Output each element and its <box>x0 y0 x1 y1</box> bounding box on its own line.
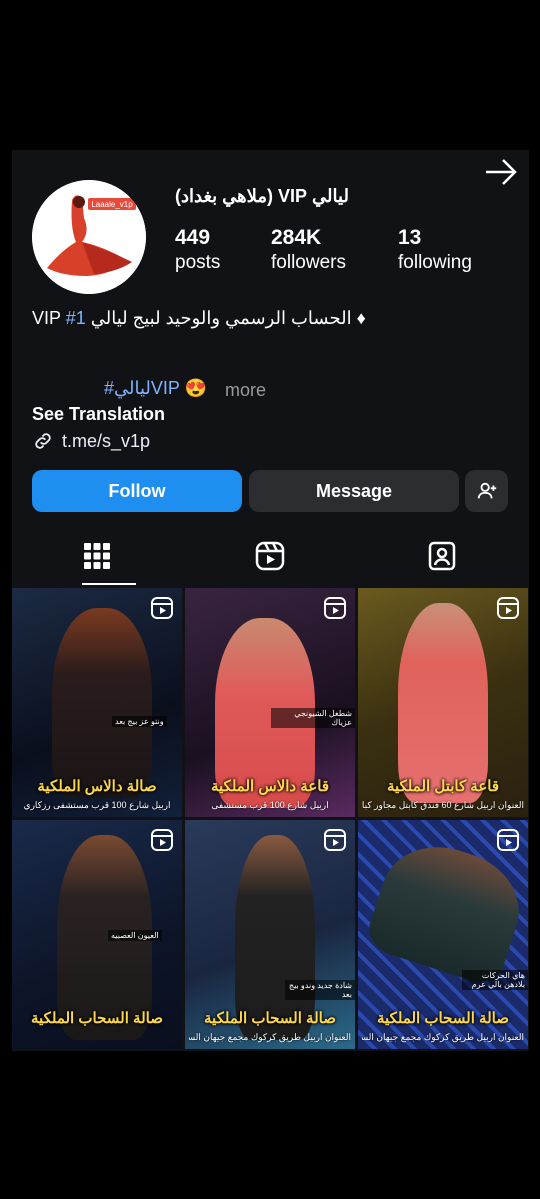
post-image-figure <box>52 608 152 798</box>
reel-icon <box>324 829 346 851</box>
post-note: هاي الحركات بلادهن بالي عرم <box>462 970 528 990</box>
post-subcaption: العنوان اربيل طريق كركوك مجمع جيهان السي… <box>189 1032 351 1042</box>
followers-label: followers <box>271 252 346 273</box>
post-image-figure <box>398 603 488 803</box>
add-person-icon <box>477 482 496 499</box>
reels-icon[interactable] <box>254 540 286 572</box>
followers-count[interactable]: 284K followers <box>271 226 346 274</box>
post-subcaption: اربيل شارع 100 قرب مستشفى <box>211 800 329 810</box>
reel-icon <box>497 829 519 851</box>
bio-hashtag-vip[interactable]: #ليالي‎VIP 😍 <box>104 378 207 398</box>
post-note: شادة جديد وندو بيج بعد <box>285 980 355 1000</box>
post-caption: قاعة كابتل الملكية <box>386 778 500 795</box>
post-subcaption: اربيل شارع 100 قرب مستشفى رزكاري <box>23 800 171 810</box>
post-subcaption: العنوان اربيل شارع 60 فندق كابتل مجاور ك… <box>362 800 524 810</box>
posts-label: posts <box>175 252 221 273</box>
grid-icon[interactable] <box>81 540 113 572</box>
posts-grid: ونتو عز بيج بعد صالة دالاس الملكية اربيل… <box>12 588 529 1050</box>
post-caption: صالة السحاب الملكية <box>377 1010 509 1027</box>
following-count[interactable]: 13 following <box>398 226 472 274</box>
arrow-right-icon[interactable] <box>484 157 518 187</box>
suggest-user-button[interactable] <box>465 470 508 512</box>
post-thumbnail[interactable]: العيون العصبيه صالة السحاب الملكية <box>12 820 182 1049</box>
profile-tabs <box>12 528 529 586</box>
post-caption: قاعة دالاس الملكية <box>210 778 329 795</box>
message-button[interactable]: Message <box>249 470 459 512</box>
profile-name: ليالي VIP (ملاهي بغداد) <box>175 186 349 206</box>
bio-line-2: #ليالي‎VIP 😍 <box>104 378 207 399</box>
posts-count[interactable]: 449 posts <box>175 226 220 274</box>
reel-icon <box>497 597 519 619</box>
post-note: شطغل الشيونجي عزياك <box>271 708 355 728</box>
followers-value: 284K <box>271 226 322 249</box>
post-thumbnail[interactable]: قاعة كابتل الملكية العنوان اربيل شارع 60… <box>358 588 528 817</box>
reel-icon <box>324 597 346 619</box>
avatar[interactable]: Laaale_v1p <box>32 180 146 294</box>
tab-active-indicator <box>82 583 136 585</box>
post-caption: صالة السحاب الملكية <box>204 1010 336 1027</box>
post-caption: صالة السحاب الملكية <box>31 1010 163 1027</box>
post-note: ونتو عز بيج بعد <box>112 716 167 727</box>
more-link[interactable]: more <box>225 380 266 401</box>
bio-hashtag[interactable]: #1 <box>66 308 86 328</box>
post-thumbnail[interactable]: ونتو عز بيج بعد صالة دالاس الملكية اربيل… <box>12 588 182 817</box>
tagged-icon[interactable] <box>426 540 458 572</box>
post-note: العيون العصبيه <box>108 930 162 941</box>
post-caption: صالة دالاس الملكية <box>37 778 157 795</box>
following-value: 13 <box>398 226 422 249</box>
post-thumbnail[interactable]: شطغل الشيونجي عزياك قاعة دالاس الملكية ا… <box>185 588 355 817</box>
reel-icon <box>151 597 173 619</box>
posts-value: 449 <box>175 226 211 249</box>
following-label: following <box>398 252 472 273</box>
follow-button[interactable]: Follow <box>32 470 242 512</box>
reel-icon <box>151 829 173 851</box>
post-thumbnail[interactable]: هاي الحركات بلادهن بالي عرم صالة السحاب … <box>358 820 528 1049</box>
avatar-dancer-image: Laaale_v1p <box>32 180 146 294</box>
profile-link[interactable]: t.me/s_v1p <box>32 430 150 452</box>
avatar-label: Laaale_v1p <box>91 200 133 209</box>
link-text: t.me/s_v1p <box>62 430 151 451</box>
link-icon <box>35 433 51 449</box>
post-subcaption: العنوان اربيل طريق كركوك مجمع جيهان السي… <box>362 1032 524 1042</box>
see-translation-link[interactable]: See Translation <box>32 404 165 425</box>
post-image-figure <box>362 831 528 989</box>
post-thumbnail[interactable]: شادة جديد وندو بيج بعد صالة السحاب الملك… <box>185 820 355 1049</box>
bio-line-1: ♦ الحساب الرسمي والوحيد لبيج ليالي VIP #… <box>32 308 392 329</box>
